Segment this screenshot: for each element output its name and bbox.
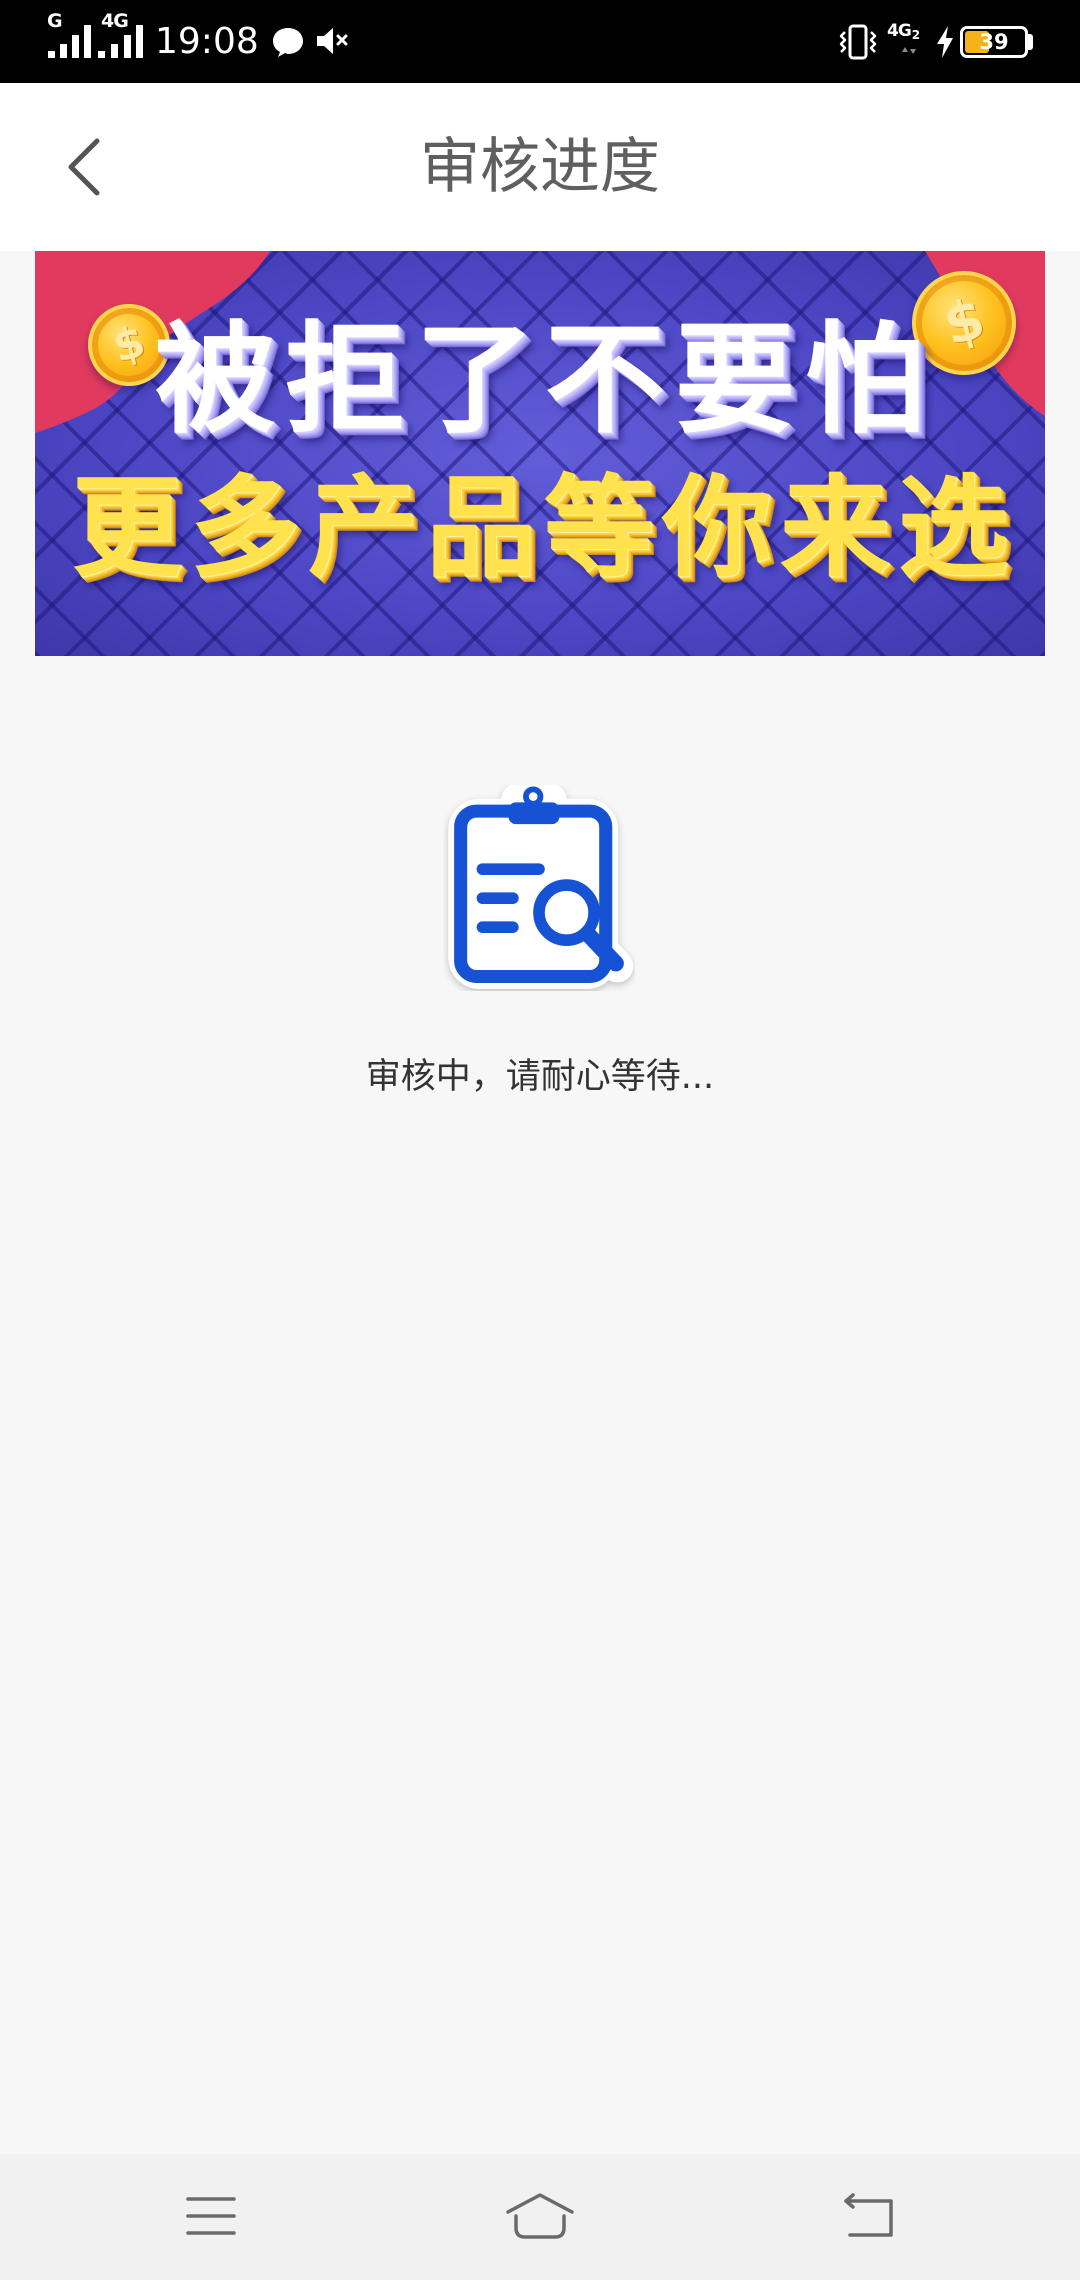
signal-icon <box>48 22 92 58</box>
volume-mute-icon <box>314 24 350 58</box>
signal-icon <box>98 22 144 58</box>
data-network-type: 4G <box>887 21 912 41</box>
review-status-message: 审核中，请耐心等待... <box>365 1057 715 1097</box>
clipboard-search-icon <box>443 785 635 991</box>
battery-nub <box>1028 34 1033 50</box>
clock-time: 19:08 <box>155 21 259 62</box>
app-header: 审核进度 <box>0 83 1080 251</box>
nav-home-button[interactable] <box>440 2154 640 2280</box>
system-nav-bar <box>0 2154 1080 2280</box>
data-arrows-icon <box>900 45 918 57</box>
page-title: 审核进度 <box>420 132 660 202</box>
status-bar: G 4G 19:08 4G2 39 <box>0 0 1080 83</box>
banner-headline: 被拒了不要怕 <box>155 311 935 450</box>
battery-icon: 39 <box>960 26 1028 58</box>
data-network-label: 4G2 <box>887 21 920 44</box>
banner-subline: 更多产品等你来选 <box>72 464 1016 592</box>
home-icon <box>506 2193 574 2239</box>
charging-bolt-icon <box>935 25 955 59</box>
battery-level: 39 <box>979 30 1009 54</box>
menu-icon <box>186 2197 236 2235</box>
data-sim-index: 2 <box>911 28 920 42</box>
message-icon <box>270 25 306 59</box>
promo-banner[interactable]: $ $ 被拒了不要怕 更多产品等你来选 <box>35 251 1045 656</box>
back-icon <box>844 2193 893 2237</box>
vibrate-icon <box>838 24 878 60</box>
nav-menu-button[interactable] <box>111 2154 311 2280</box>
nav-back-button[interactable] <box>769 2154 969 2280</box>
